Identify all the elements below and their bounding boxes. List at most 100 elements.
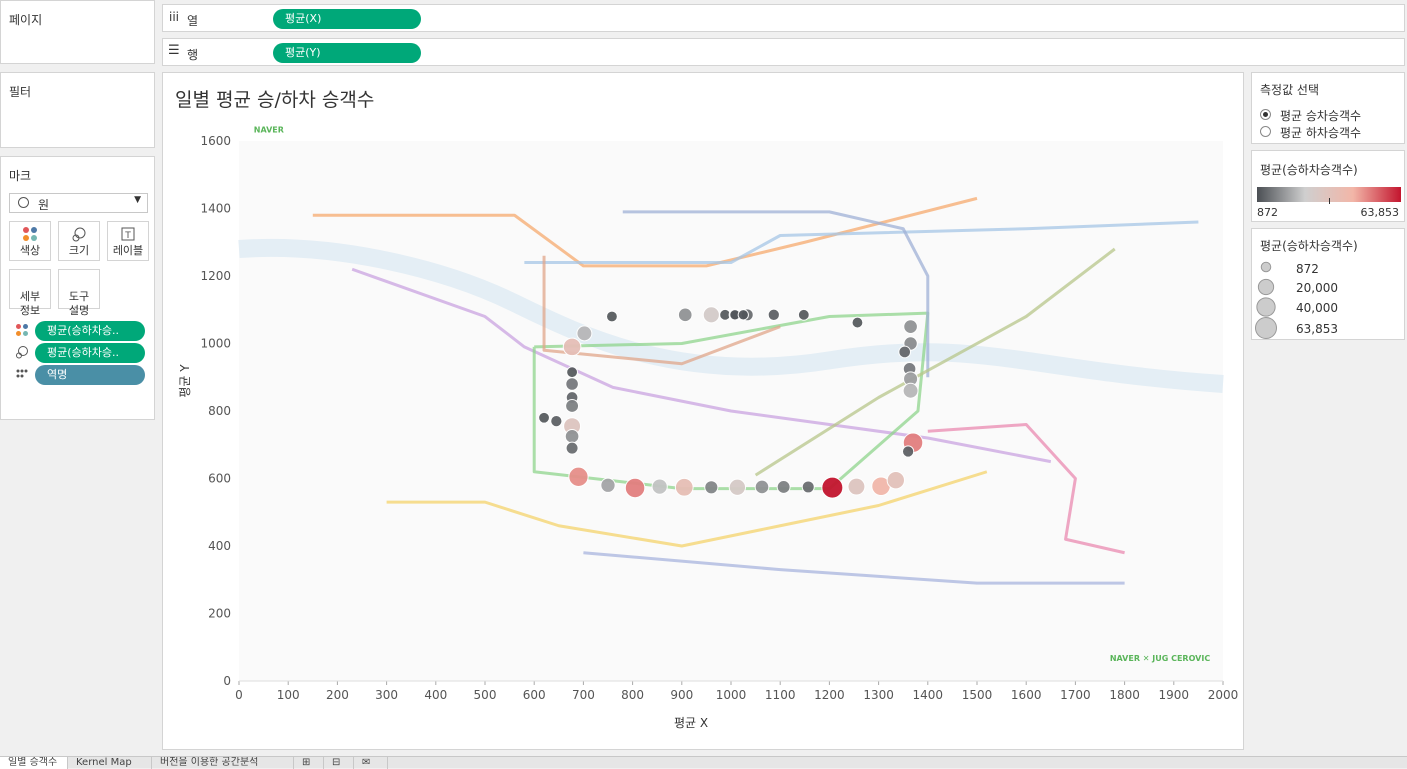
size-legend-label: 63,853 [1296,322,1338,336]
data-point [564,428,580,444]
columns-shelf[interactable]: iii 열 평균(X) [162,4,1405,32]
x-tick-label: 1900 [1159,688,1190,702]
sheet-tab[interactable]: Kernel Map [68,757,152,769]
mark-field-color-pill[interactable]: 평균(승하차승.. [35,321,145,341]
data-point [576,325,593,342]
label-button[interactable]: T 레이블 [107,221,149,261]
data-point [538,411,550,424]
new-story-icon[interactable]: ✉ [354,757,388,769]
color-legend-title: 평균(승하차승객수) [1260,163,1358,177]
tooltip-button-label: 도구 설명 [68,290,90,317]
y-tick-label: 800 [208,404,231,418]
chevron-down-icon: ▼ [134,195,141,205]
data-point [898,345,911,359]
size-button[interactable]: 크기 [58,221,100,261]
data-point [704,480,719,495]
mark-field-detail[interactable]: 역명 [9,365,149,385]
x-tick-label: 1600 [1011,688,1042,702]
color-button[interactable]: 색상 [9,221,51,261]
data-point [901,445,915,458]
new-dashboard-icon[interactable]: ⊟ [324,757,354,769]
data-point [886,471,905,490]
measure-option-boarding[interactable]: 평균 승차승객수 [1260,107,1400,123]
rows-shelf[interactable]: ☰ 행 평균(Y) [162,38,1405,66]
x-tick-label: 300 [375,688,398,702]
columns-pill[interactable]: 평균(X) [273,9,421,29]
x-tick-label: 0 [235,688,243,702]
rows-pill[interactable]: 평균(Y) [273,43,421,63]
data-point [851,316,864,329]
circle-icon [18,197,29,208]
x-tick-label: 700 [572,688,595,702]
color-dots-icon [10,226,50,242]
subway-map-background: NAVER NAVER ✕ JUG CEROVIC [238,126,1224,681]
x-tick-label: 500 [474,688,497,702]
data-point [903,319,918,334]
columns-icon: iii [169,10,180,24]
x-tick-label: 1400 [913,688,944,702]
data-point [624,477,646,499]
x-tick-label: 2000 [1208,688,1239,702]
y-tick-label: 400 [208,539,231,553]
data-point [767,308,780,321]
x-tick-label: 800 [621,688,644,702]
y-axis-label: 평균 Y [178,364,192,398]
y-tick-label: 600 [208,472,231,486]
data-point [568,466,589,487]
x-tick-label: 1700 [1060,688,1091,702]
data-point [562,337,582,357]
data-point [550,414,563,428]
size-legend-circle [1255,317,1277,339]
data-point [565,441,579,455]
sheet-tab[interactable]: 일별 승객수 [0,757,68,769]
mark-type-dropdown[interactable]: 원 ▼ [9,193,148,213]
label-button-label: 레이블 [112,244,144,257]
size-legend-title: 평균(승하차승객수) [1260,239,1358,253]
mark-field-detail-pill[interactable]: 역명 [35,365,145,385]
map-brand-top: NAVER [254,126,284,135]
x-axis-label: 평균 X [674,716,708,730]
size-legend-label: 872 [1296,262,1319,276]
x-tick-label: 400 [424,688,447,702]
pages-panel: 페이지 [0,0,155,64]
y-tick-label: 1400 [200,202,231,216]
view-title: 일별 평균 승/하차 승객수 [175,89,375,111]
x-tick-label: 1000 [716,688,747,702]
filters-panel[interactable]: 필터 [0,72,155,148]
x-tick-label: 1300 [863,688,894,702]
sheet-tab[interactable]: 버전을 이용한 공간분석 [152,757,294,769]
color-ramp-tick [1329,198,1330,204]
data-point [565,398,580,413]
radio-unselected-icon[interactable] [1260,126,1271,137]
columns-label: 열 [187,14,199,28]
detail-button[interactable]: 세부 정보 [9,269,51,317]
measure-option-label: 평균 하차승객수 [1280,126,1362,140]
x-tick-label: 1500 [962,688,993,702]
size-legend-label: 40,000 [1296,301,1338,315]
mark-type-value: 원 [38,198,50,212]
radio-selected-icon[interactable] [1260,109,1271,120]
detail-button-label: 세부 정보 [19,290,41,317]
data-point [776,479,791,494]
size-icon [15,345,29,359]
measure-option-alighting[interactable]: 평균 하차승객수 [1260,124,1400,140]
data-point [801,480,815,494]
color-dots-icon [15,323,29,337]
size-legend: 평균(승하차승객수) 872 20,000 40,000 63,853 [1251,228,1405,340]
scatter-chart: NAVER NAVER ✕ JUG CEROVIC 0 100 200 300 400 500… [178,126,1239,730]
x-tick-label: 200 [326,688,349,702]
mark-field-size[interactable]: 평균(승하차승.. [9,343,149,363]
mark-field-color[interactable]: 평균(승하차승.. [9,321,149,341]
mark-field-size-pill[interactable]: 평균(승하차승.. [35,343,145,363]
data-point [728,478,747,496]
data-point [651,478,668,495]
color-legend-min: 872 [1257,206,1278,219]
y-tick-label: 200 [208,607,231,621]
marks-panel: 마크 원 ▼ 색상 크기 T 레이블 세부 정보 도구 설명 평균(승하차승.. [0,156,155,420]
svg-text:T: T [124,231,131,241]
new-sheet-icon[interactable]: ⊞ [294,757,324,769]
marks-title: 마크 [9,169,32,183]
tooltip-button[interactable]: 도구 설명 [58,269,100,317]
filters-title: 필터 [9,85,32,99]
data-point [606,310,618,323]
